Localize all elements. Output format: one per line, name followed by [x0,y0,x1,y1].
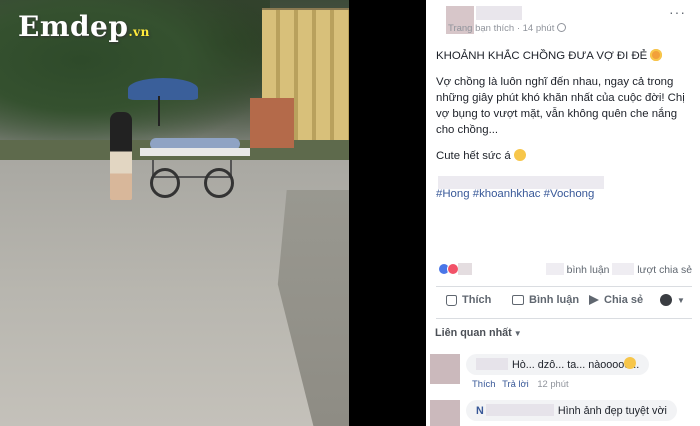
chevron-down-icon: ▼ [677,295,685,305]
post-title: KHOẢNH KHẮC CHỒNG ĐƯA VỢ ĐI ĐẺ [436,48,698,64]
comment-text: Hình ảnh đẹp tuyệt vời [557,405,667,417]
comment-reply-link[interactable]: Trả lời [502,378,529,389]
cart-wheel [204,168,234,198]
comment-item: N Hình ảnh đẹp tuyệt vời [430,400,696,426]
commenter-name-redacted[interactable] [476,358,508,370]
post-panel: Trang bạn thích · 14 phút ··· KHOẢNH KHẮ… [426,0,700,426]
post-photo[interactable]: Emdep.vn [0,0,349,426]
commenter-name[interactable]: N [476,405,484,417]
comment-time: 12 phút [537,378,569,389]
action-bar: Thích Bình luận Chia sẻ ▼ [436,290,692,312]
commenter-avatar[interactable] [430,400,460,426]
laugh-emoji-icon [624,357,636,369]
logo-tld: .vn [128,25,150,39]
post-meta: Trang bạn thích · 14 phút [448,23,567,34]
chevron-down-icon: ▼ [513,329,522,338]
post-title-text: KHOẢNH KHẮC CHỒNG ĐƯA VỢ ĐI ĐẺ [436,50,648,62]
reaction-count-redacted [458,263,472,275]
shares-count-label: lượt chia sẻ [637,265,692,276]
comment-bubble: Hò... dzô... ta... nàooooo... [466,354,650,375]
post-meta-text: Trang bạn thích · 14 phút [448,23,555,34]
share-label: Chia sẻ [604,294,644,306]
comment-button[interactable]: Bình luận [512,294,579,306]
man-figure [110,112,132,200]
stretcher [140,148,250,156]
comment-label: Bình luận [529,294,580,306]
divider [436,286,692,287]
page-identity-icon [660,294,672,306]
umbrella [128,78,198,100]
cart-wheel [150,168,180,198]
comment-like-link[interactable]: Thích [472,378,495,389]
comment-meta: Thích Trả lời 12 phút [472,378,569,389]
more-options-button[interactable]: ··· [669,4,686,20]
share-icon [589,295,599,305]
comment-count-redacted [545,263,564,275]
photo-viewer: Emdep.vn [0,0,426,426]
comments-count-label: bình luận [566,265,610,276]
post-body: KHOẢNH KHẮC CHỒNG ĐƯA VỢ ĐI ĐẺ Vợ chồng … [436,48,698,174]
commenter-name-redacted[interactable] [485,404,554,416]
page-name-redacted[interactable] [476,6,522,20]
commenter-avatar[interactable] [430,354,460,384]
comment-sort-dropdown[interactable]: Liên quan nhất ▼ [435,327,522,339]
grin-emoji-icon [513,149,526,161]
like-label: Thích [462,294,492,306]
heart-eyes-emoji-icon [650,49,663,61]
comment-item: Hò... dzô... ta... nàooooo... Thích Trả … [430,354,696,394]
sort-label: Liên quan nhất [435,327,512,339]
logo-main: Emdep [18,10,129,43]
share-button[interactable]: Chia sẻ [589,294,643,306]
photo-hanging-cloth [250,98,294,148]
like-button[interactable]: Thích [446,294,491,306]
reactions-bar[interactable]: bình luận lượt chia sẻ [438,262,692,278]
share-count-redacted [612,263,635,275]
post-closing: Cute hết sức á [436,148,698,164]
divider [436,318,692,319]
post-header: Trang bạn thích · 14 phút ··· [426,0,700,36]
post-hashtags[interactable]: #Hong #khoanhkhac #Vochong [436,188,594,200]
comment-icon [512,295,524,305]
engagement-counts[interactable]: bình luận lượt chia sẻ [545,263,692,276]
post-closing-text: Cute hết sức á [436,150,511,162]
post-paragraph: Vợ chồng là luôn nghĩ đến nhau, ngay cả … [436,76,685,136]
audience-selector[interactable]: ▼ [660,294,685,306]
comment-bubble: N Hình ảnh đẹp tuyệt vời [466,400,677,421]
comment-text: Hò... dzô... ta... nàooooo... [512,359,640,371]
umbrella-stick [158,96,160,126]
globe-icon [557,23,567,32]
watermark-logo: Emdep.vn [18,10,150,43]
thumbs-up-icon [446,294,457,306]
